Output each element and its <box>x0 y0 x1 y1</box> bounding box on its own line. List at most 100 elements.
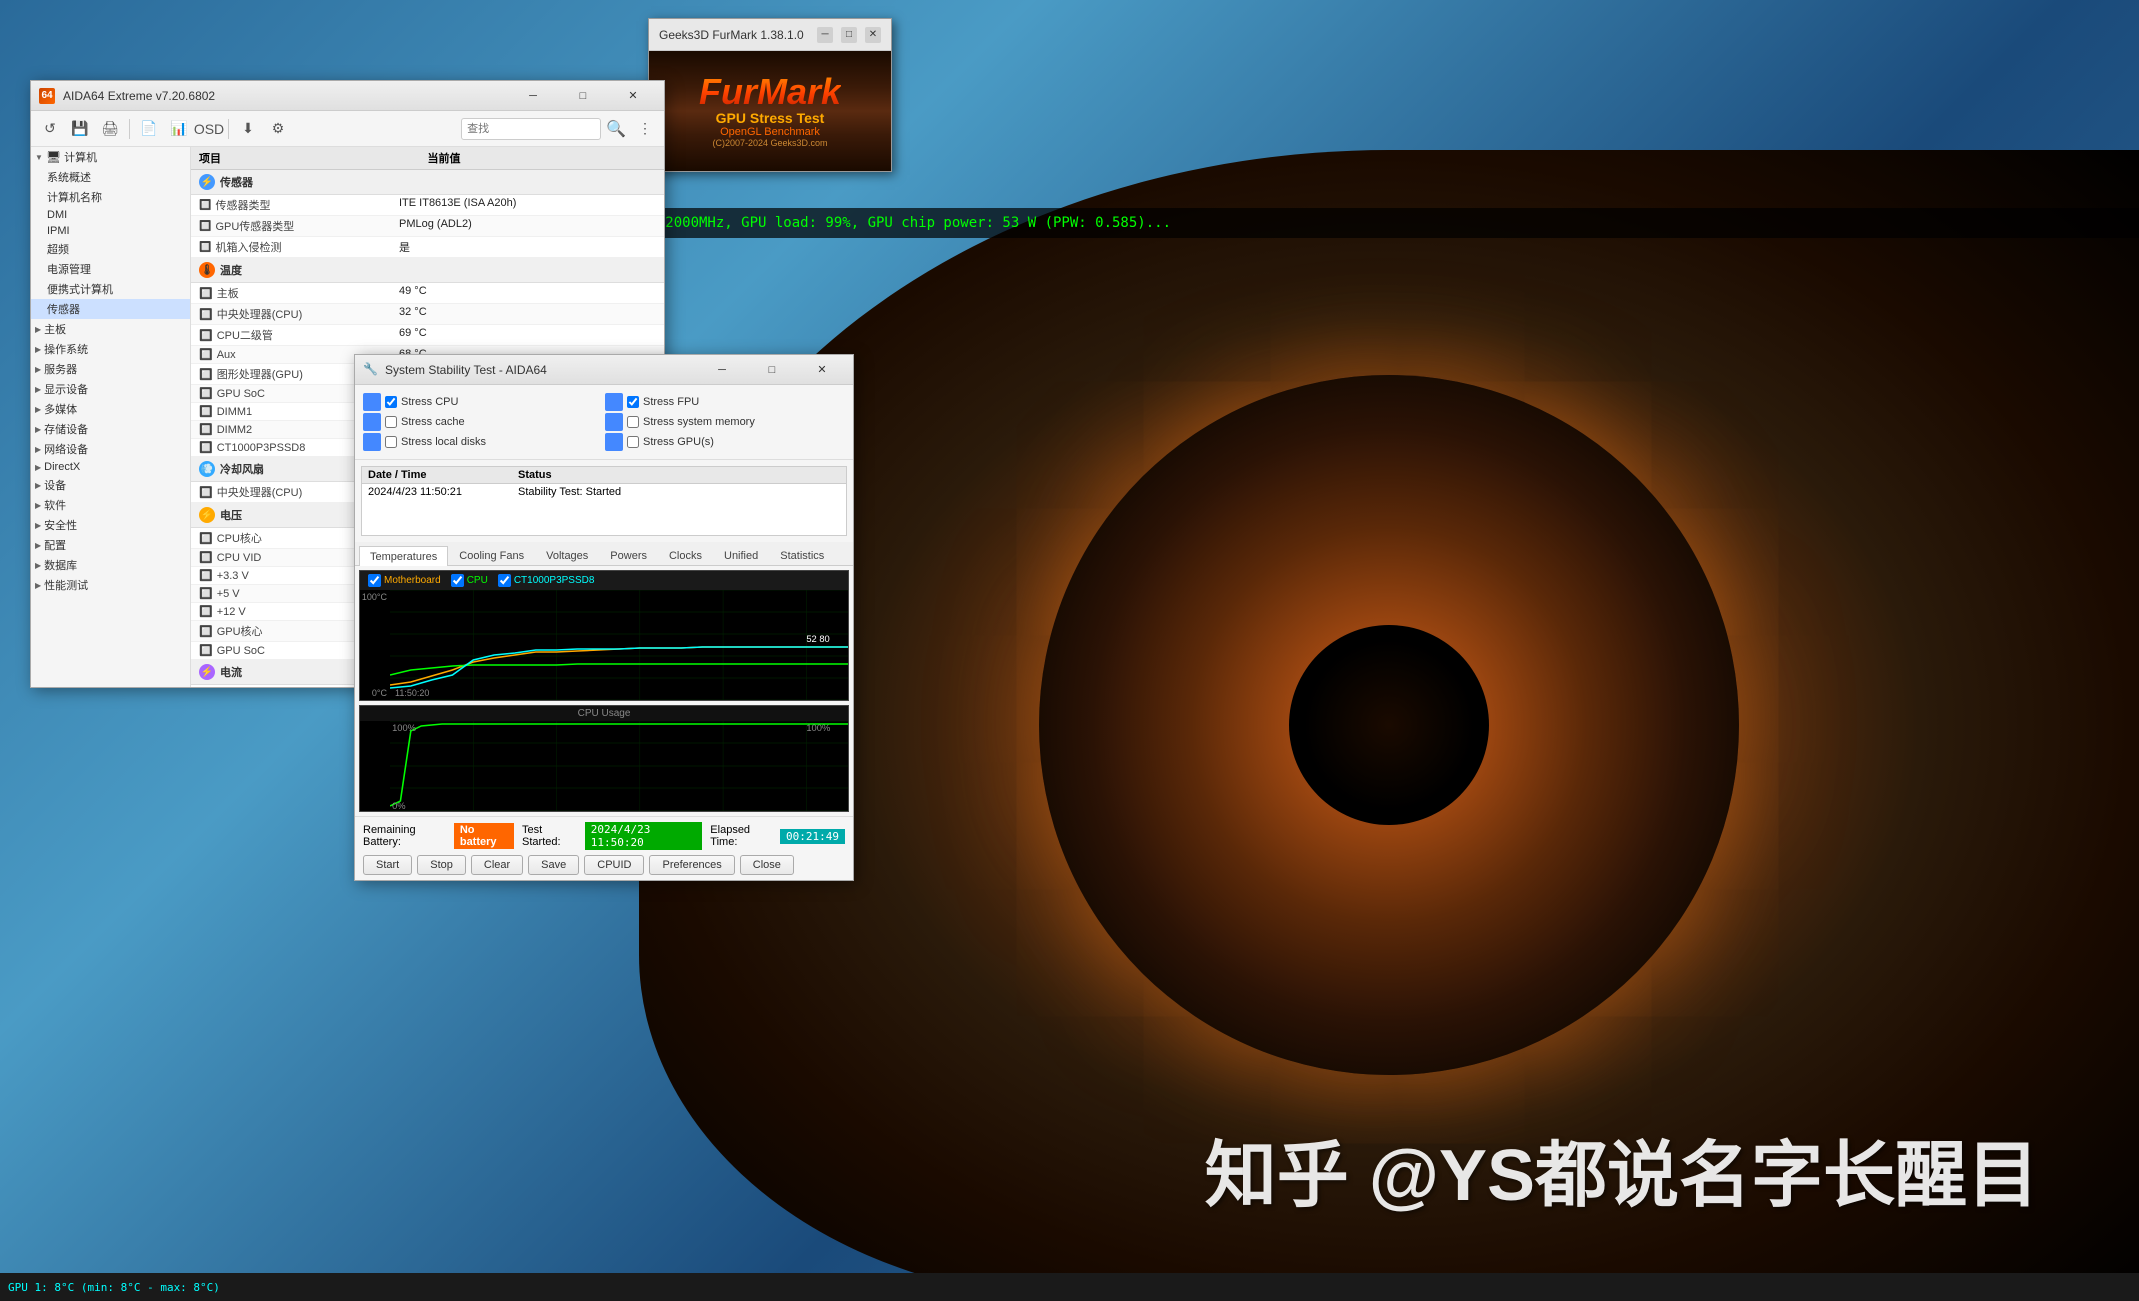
sidebar-item-benchmark[interactable]: ▶ 性能测试 <box>31 575 190 595</box>
stress-options-panel: Stress CPU Stress FPU Stress cache Stres… <box>355 385 853 460</box>
legend-ssd-checkbox[interactable] <box>498 574 511 587</box>
furmark-minimize-button[interactable]: ─ <box>817 27 833 43</box>
stability-title: System Stability Test - AIDA64 <box>385 363 547 377</box>
sidebar-item-label-network: 网络设备 <box>44 441 88 457</box>
test-started-label: Test Started: <box>522 824 577 848</box>
tab-voltages[interactable]: Voltages <box>535 546 599 565</box>
toolbar-osd-button[interactable]: OSD <box>195 115 223 143</box>
mb-icon: 🔲 <box>199 287 213 300</box>
sidebar-item-dmi[interactable]: DMI <box>31 207 190 223</box>
data-value-cpu-diode: 69 °C <box>391 325 664 345</box>
action-buttons: Start Stop Clear Save CPUID Preferences … <box>363 855 845 875</box>
sidebar-item-config[interactable]: ▶ 配置 <box>31 535 190 555</box>
stability-close-button[interactable]: ✕ <box>799 357 845 383</box>
preferences-button[interactable]: Preferences <box>649 855 734 875</box>
sidebar-item-storage[interactable]: ▶ 存储设备 <box>31 419 190 439</box>
tree-arrow-software: ▶ <box>35 501 41 510</box>
cooling-label: 冷却风扇 <box>220 461 264 477</box>
sidebar-item-software[interactable]: ▶ 软件 <box>31 495 190 515</box>
cooling-icon: 💨 <box>199 461 215 477</box>
stop-button[interactable]: Stop <box>417 855 466 875</box>
legend-cpu-checkbox[interactable] <box>451 574 464 587</box>
sidebar-item-portable[interactable]: 便携式计算机 <box>31 279 190 299</box>
toolbar-save-button[interactable]: 💾 <box>66 115 94 143</box>
sidebar-item-motherboard[interactable]: ▶ 主板 <box>31 319 190 339</box>
battery-value: No battery <box>454 823 514 849</box>
stress-gpu-checkbox[interactable] <box>627 436 639 448</box>
toolbar-compare-button[interactable]: 📊 <box>165 115 193 143</box>
stress-disk-checkbox[interactable] <box>385 436 397 448</box>
sidebar-item-sensors[interactable]: 传感器 <box>31 299 190 319</box>
legend-motherboard-label: Motherboard <box>384 575 441 586</box>
legend-motherboard-checkbox[interactable] <box>368 574 381 587</box>
furmark-gpu-status: GPU 1: 8°C (min: 8°C - max: 8°C) <box>8 1281 220 1294</box>
sidebar-item-directx[interactable]: ▶ DirectX <box>31 459 190 475</box>
tab-statistics[interactable]: Statistics <box>769 546 835 565</box>
tab-clocks[interactable]: Clocks <box>658 546 713 565</box>
sidebar-item-label-benchmark: 性能测试 <box>44 577 88 593</box>
sidebar-item-system-overview[interactable]: 系统概述 <box>31 167 190 187</box>
clear-button[interactable]: Clear <box>471 855 523 875</box>
stability-maximize-button[interactable]: □ <box>749 357 795 383</box>
furmark-benchmark-label: OpenGL Benchmark <box>699 126 841 138</box>
table-row: 🔲CPU二级管 69 °C <box>191 325 664 346</box>
stress-fpu-checkbox[interactable] <box>627 396 639 408</box>
aida64-minimize-button[interactable]: ─ <box>510 83 556 109</box>
toolbar-more-button[interactable]: ⋮ <box>631 115 659 143</box>
furmark-close-button[interactable]: ✕ <box>865 27 881 43</box>
toolbar-report-button[interactable]: 📄 <box>135 115 163 143</box>
furmark-copyright: (C)2007-2024 Geeks3D.com <box>699 138 841 148</box>
aida64-maximize-button[interactable]: □ <box>560 83 606 109</box>
sidebar-item-server[interactable]: ▶ 服务器 <box>31 359 190 379</box>
tab-unified[interactable]: Unified <box>713 546 769 565</box>
sidebar-item-multimedia[interactable]: ▶ 多媒体 <box>31 399 190 419</box>
stress-cache-checkbox[interactable] <box>385 416 397 428</box>
stress-option-gpu: Stress GPU(s) <box>605 433 845 451</box>
start-button[interactable]: Start <box>363 855 412 875</box>
cpu-chart-title: CPU Usage <box>360 706 848 721</box>
svg-text:100%: 100% <box>806 723 830 733</box>
furmark-maximize-button[interactable]: □ <box>841 27 857 43</box>
sensor-type-icon: 🔲 <box>199 200 211 211</box>
toolbar-settings-button[interactable]: ⚙ <box>264 115 292 143</box>
stress-disk-label: Stress local disks <box>401 436 486 448</box>
stress-cpu-label: Stress CPU <box>401 396 458 408</box>
sidebar-item-devices[interactable]: ▶ 设备 <box>31 475 190 495</box>
tree-arrow-multimedia: ▶ <box>35 405 41 414</box>
toolbar-refresh-button[interactable]: ↺ <box>36 115 64 143</box>
stress-cache-label: Stress cache <box>401 416 465 428</box>
stress-cpu-checkbox[interactable] <box>385 396 397 408</box>
tree-arrow-security: ▶ <box>35 521 41 530</box>
sidebar-item-label-motherboard: 主板 <box>44 321 66 337</box>
cpuid-button[interactable]: CPUID <box>584 855 644 875</box>
tab-cooling-fans[interactable]: Cooling Fans <box>448 546 535 565</box>
aida64-close-button[interactable]: ✕ <box>610 83 656 109</box>
tab-temperatures[interactable]: Temperatures <box>359 546 448 566</box>
sidebar-item-network[interactable]: ▶ 网络设备 <box>31 439 190 459</box>
sidebar-item-display[interactable]: ▶ 显示设备 <box>31 379 190 399</box>
cpu-vid-icon: 🔲 <box>199 551 213 564</box>
tab-powers[interactable]: Powers <box>599 546 658 565</box>
sidebar-item-database[interactable]: ▶ 数据库 <box>31 555 190 575</box>
save-button[interactable]: Save <box>528 855 579 875</box>
close-button[interactable]: Close <box>740 855 794 875</box>
stability-minimize-button[interactable]: ─ <box>699 357 745 383</box>
stress-memory-checkbox[interactable] <box>627 416 639 428</box>
stress-gpu-label: Stress GPU(s) <box>643 436 714 448</box>
sidebar-item-ipmi[interactable]: IPMI <box>31 223 190 239</box>
sidebar-item-power[interactable]: 电源管理 <box>31 259 190 279</box>
toolbar-download-button[interactable]: ⬇ <box>234 115 262 143</box>
search-input[interactable] <box>461 118 601 140</box>
stability-test-window: 🔧 System Stability Test - AIDA64 ─ □ ✕ S… <box>354 354 854 881</box>
sidebar-item-computer-name[interactable]: 计算机名称 <box>31 187 190 207</box>
legend-cpu: CPU <box>451 574 488 587</box>
sidebar-item-computer[interactable]: ▼ 🖥 计算机 <box>31 147 190 167</box>
sidebar-item-overclock[interactable]: 超频 <box>31 239 190 259</box>
cpu-usage-svg: 100% 100% 0% <box>390 721 848 811</box>
sidebar-item-os[interactable]: ▶ 操作系统 <box>31 339 190 359</box>
toolbar-print-button[interactable]: 🖨 <box>96 115 124 143</box>
elapsed-label: Elapsed Time: <box>710 824 772 848</box>
v33-icon: 🔲 <box>199 569 213 582</box>
sidebar-item-security[interactable]: ▶ 安全性 <box>31 515 190 535</box>
furmark-banner: FurMark GPU Stress Test OpenGL Benchmark… <box>649 51 891 171</box>
